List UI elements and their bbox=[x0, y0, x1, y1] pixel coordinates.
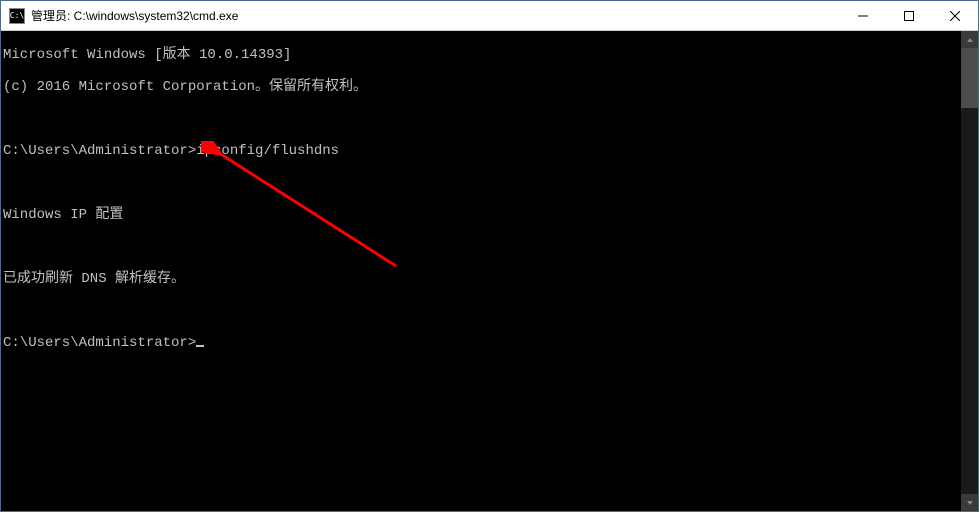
close-button[interactable] bbox=[932, 1, 978, 30]
terminal-prompt: C:\Users\Administrator> bbox=[3, 335, 196, 351]
cmd-icon: C:\ bbox=[9, 8, 25, 24]
terminal-line bbox=[3, 303, 959, 319]
maximize-button[interactable] bbox=[886, 1, 932, 30]
minimize-icon bbox=[858, 11, 868, 21]
terminal-line: C:\Users\Administrator>ipconfig/flushdns bbox=[3, 143, 959, 159]
maximize-icon bbox=[904, 11, 914, 21]
window-controls bbox=[840, 1, 978, 30]
terminal-line: Microsoft Windows [版本 10.0.14393] bbox=[3, 47, 959, 63]
terminal-line: (c) 2016 Microsoft Corporation。保留所有权利。 bbox=[3, 79, 959, 95]
cmd-window: C:\ 管理员: C:\windows\system32\cmd.exe Mic… bbox=[0, 0, 979, 512]
vertical-scrollbar[interactable] bbox=[961, 31, 978, 511]
terminal-prompt-line: C:\Users\Administrator> bbox=[3, 335, 959, 351]
minimize-button[interactable] bbox=[840, 1, 886, 30]
scroll-up-button[interactable] bbox=[961, 31, 978, 48]
terminal-area: Microsoft Windows [版本 10.0.14393] (c) 20… bbox=[1, 31, 978, 511]
terminal-line: Windows IP 配置 bbox=[3, 207, 959, 223]
scroll-thumb[interactable] bbox=[961, 48, 978, 108]
titlebar[interactable]: C:\ 管理员: C:\windows\system32\cmd.exe bbox=[1, 1, 978, 31]
scroll-down-button[interactable] bbox=[961, 494, 978, 511]
terminal-line: 已成功刷新 DNS 解析缓存。 bbox=[3, 271, 959, 287]
terminal-line bbox=[3, 175, 959, 191]
chevron-down-icon bbox=[966, 499, 974, 507]
terminal-line bbox=[3, 239, 959, 255]
terminal-line bbox=[3, 111, 959, 127]
scroll-track[interactable] bbox=[961, 48, 978, 494]
cursor bbox=[196, 345, 204, 347]
window-title: 管理员: C:\windows\system32\cmd.exe bbox=[31, 7, 840, 24]
terminal-output[interactable]: Microsoft Windows [版本 10.0.14393] (c) 20… bbox=[1, 31, 961, 511]
close-icon bbox=[950, 11, 960, 21]
chevron-up-icon bbox=[966, 36, 974, 44]
